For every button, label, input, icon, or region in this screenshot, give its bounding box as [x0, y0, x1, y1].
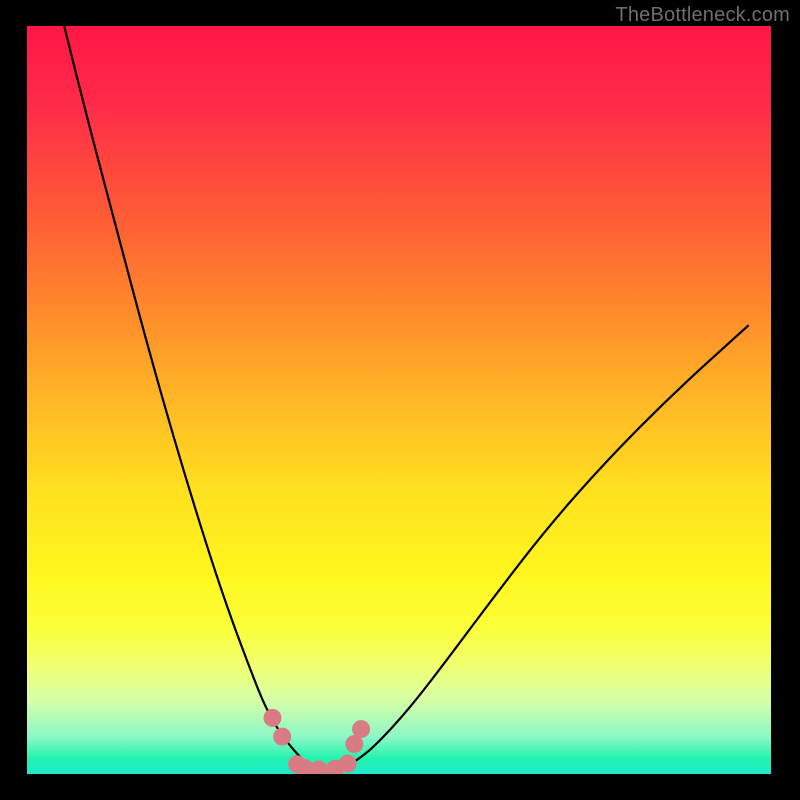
- highlight-dot: [310, 761, 328, 774]
- highlight-dot: [352, 720, 370, 738]
- chart-overlay: [27, 26, 771, 774]
- watermark-text: TheBottleneck.com: [615, 4, 790, 27]
- plot-area: [27, 26, 771, 774]
- series-curve-right: [343, 325, 748, 769]
- highlight-dot: [339, 755, 357, 773]
- chart-canvas: TheBottleneck.com: [0, 0, 800, 800]
- highlight-dot: [264, 709, 282, 727]
- series-curve-left: [64, 26, 313, 769]
- highlight-dot: [273, 728, 291, 746]
